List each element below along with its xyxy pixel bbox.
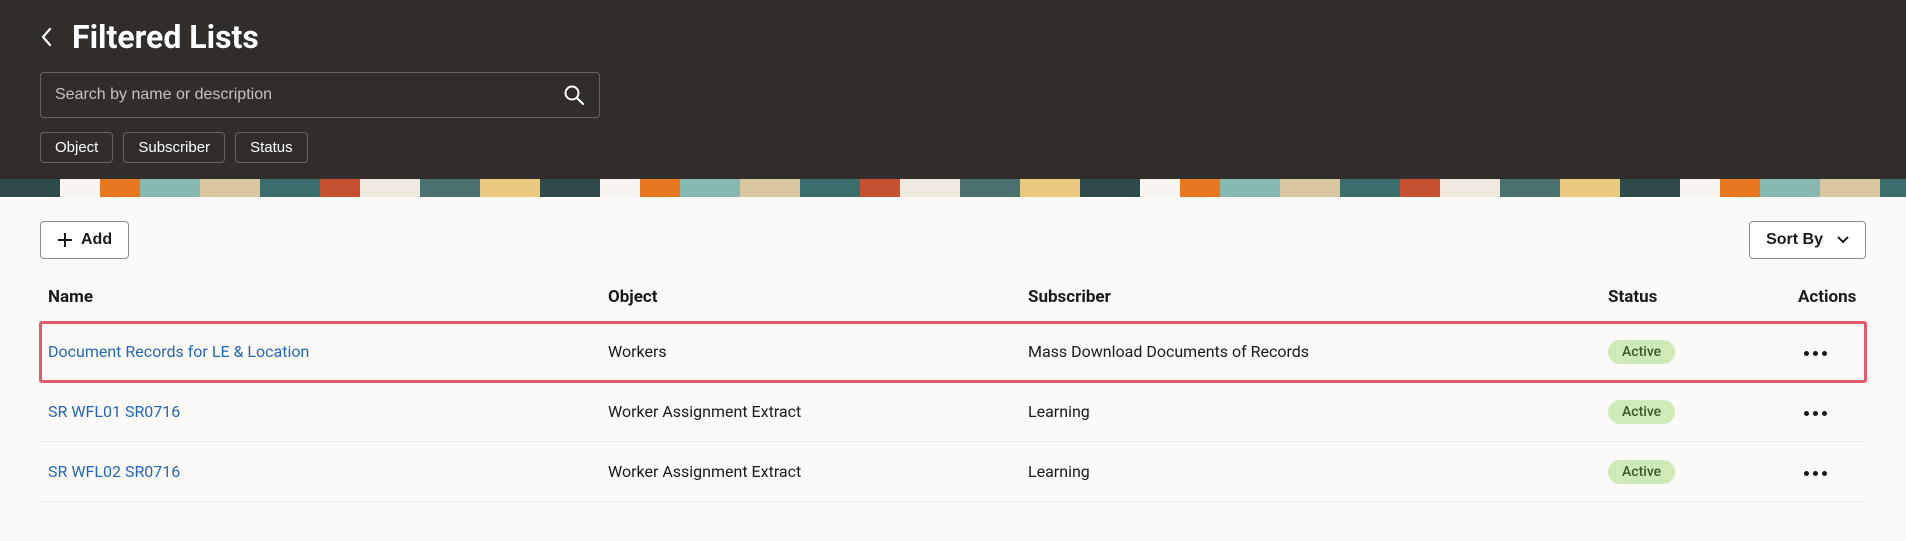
row-actions-menu-icon[interactable] [1798,345,1833,362]
col-header-object: Object [608,287,1028,307]
table-row: SR WFL01 SR0716 Worker Assignment Extract… [40,382,1866,442]
row-actions-menu-icon[interactable] [1798,465,1833,482]
status-badge: Active [1608,400,1675,424]
search-box[interactable] [40,72,600,118]
filter-chip-subscriber[interactable]: Subscriber [123,132,225,163]
col-header-name: Name [48,287,608,307]
decorative-banner [0,179,1906,197]
content-area: Add Sort By Name Object Subscriber Statu… [0,197,1906,502]
search-row [40,72,1866,118]
col-header-actions: Actions [1798,287,1906,307]
table-body: Document Records for LE & Location Worker… [40,322,1866,502]
search-input[interactable] [55,86,563,104]
row-object: Worker Assignment Extract [608,462,1028,481]
filter-chips: Object Subscriber Status [40,132,1866,163]
col-header-subscriber: Subscriber [1028,287,1608,307]
back-chevron-icon[interactable] [40,27,54,47]
title-row: Filtered Lists [40,18,1866,56]
row-name-link[interactable]: Document Records for LE & Location [48,342,309,361]
table-row: SR WFL02 SR0716 Worker Assignment Extract… [40,442,1866,502]
add-button[interactable]: Add [40,221,129,259]
filter-chip-object[interactable]: Object [40,132,113,163]
filter-chip-status[interactable]: Status [235,132,308,163]
caret-down-icon [1837,231,1849,249]
add-button-label: Add [81,231,112,249]
row-subscriber: Learning [1028,462,1608,481]
row-subscriber: Mass Download Documents of Records [1028,342,1608,361]
col-header-status: Status [1608,287,1798,307]
row-name-link[interactable]: SR WFL01 SR0716 [48,402,180,421]
search-icon[interactable] [563,84,585,106]
row-object: Workers [608,342,1028,361]
sort-by-button[interactable]: Sort By [1749,221,1866,259]
page-title: Filtered Lists [72,18,259,56]
status-badge: Active [1608,340,1675,364]
results-table: Name Object Subscriber Status Actions Do… [40,287,1866,502]
row-object: Worker Assignment Extract [608,402,1028,421]
status-badge: Active [1608,460,1675,484]
sort-by-label: Sort By [1766,231,1823,249]
plus-icon [57,232,73,248]
table-row: Document Records for LE & Location Worker… [40,322,1866,382]
row-actions-menu-icon[interactable] [1798,405,1833,422]
table-header: Name Object Subscriber Status Actions [40,287,1866,322]
page-header: Filtered Lists Object Subscriber Status [0,0,1906,179]
row-name-link[interactable]: SR WFL02 SR0716 [48,462,180,481]
row-subscriber: Learning [1028,402,1608,421]
content-toolbar: Add Sort By [40,221,1866,259]
